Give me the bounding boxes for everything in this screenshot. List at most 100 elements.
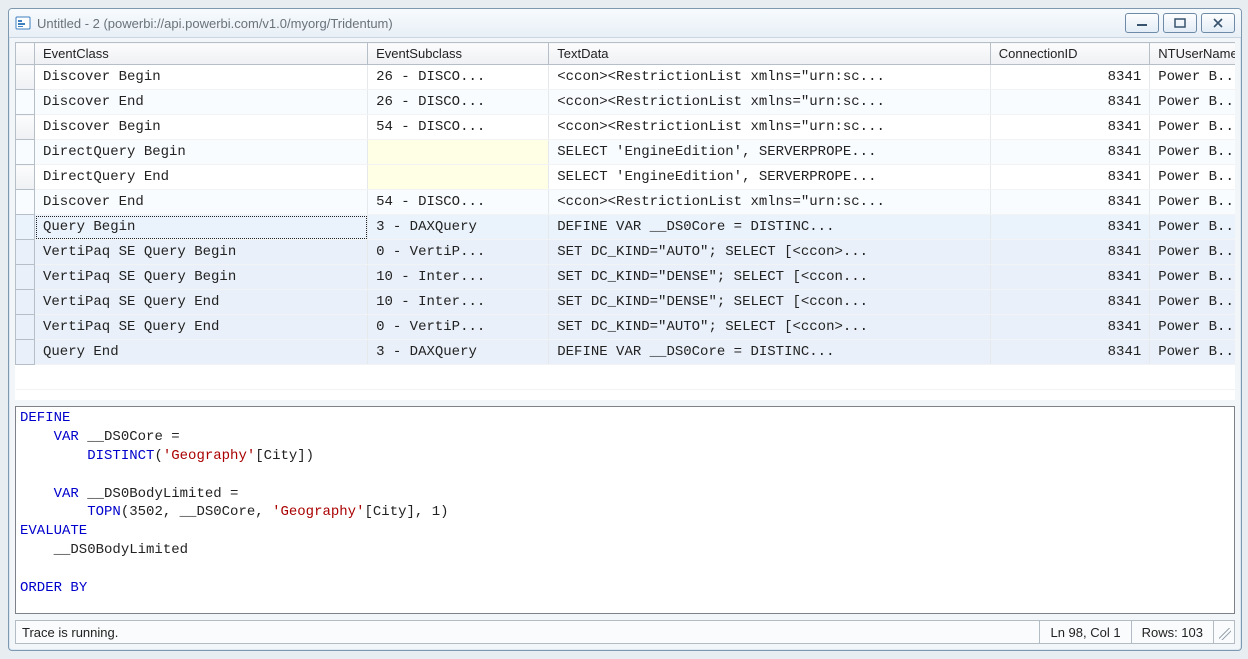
column-header[interactable]: EventClass <box>35 43 368 65</box>
cell[interactable]: Power B... <box>1150 140 1235 165</box>
maximize-button[interactable] <box>1163 13 1197 33</box>
cell[interactable]: 8341 <box>990 115 1149 140</box>
cell[interactable]: 3 - DAXQuery <box>368 215 549 240</box>
cell[interactable]: SET DC_KIND="DENSE"; SELECT [<ccon... <box>549 290 991 315</box>
cell[interactable]: SELECT 'EngineEdition', SERVERPROPE... <box>549 140 991 165</box>
cell[interactable]: 10 - Inter... <box>368 290 549 315</box>
cell[interactable]: 8341 <box>990 265 1149 290</box>
cell[interactable]: Power B... <box>1150 215 1235 240</box>
column-header[interactable]: ConnectionID <box>990 43 1149 65</box>
window-controls <box>1125 13 1235 33</box>
cell[interactable]: <ccon><RestrictionList xmlns="urn:sc... <box>549 65 991 90</box>
table-row[interactable]: Query End3 - DAXQueryDEFINE VAR __DS0Cor… <box>16 340 1236 365</box>
cell[interactable]: 8341 <box>990 90 1149 115</box>
cell[interactable]: 26 - DISCO... <box>368 90 549 115</box>
cell[interactable]: Power B... <box>1150 240 1235 265</box>
row-header[interactable] <box>16 90 35 115</box>
cell[interactable]: VertiPaq SE Query Begin <box>35 240 368 265</box>
row-header[interactable] <box>16 165 35 190</box>
cell[interactable]: Query End <box>35 340 368 365</box>
row-header[interactable] <box>16 290 35 315</box>
cell[interactable]: 3 - DAXQuery <box>368 340 549 365</box>
cell[interactable] <box>368 140 549 165</box>
cell[interactable]: Discover Begin <box>35 65 368 90</box>
cell[interactable]: 8341 <box>990 190 1149 215</box>
cell[interactable]: Power B... <box>1150 315 1235 340</box>
row-header[interactable] <box>16 215 35 240</box>
cell[interactable]: DirectQuery Begin <box>35 140 368 165</box>
cell[interactable]: 8341 <box>990 140 1149 165</box>
cell[interactable]: Power B... <box>1150 165 1235 190</box>
cell[interactable]: Discover End <box>35 190 368 215</box>
cell[interactable]: Discover End <box>35 90 368 115</box>
cell[interactable]: <ccon><RestrictionList xmlns="urn:sc... <box>549 115 991 140</box>
cell[interactable]: VertiPaq SE Query Begin <box>35 265 368 290</box>
statusbar: Trace is running. Ln 98, Col 1 Rows: 103 <box>15 620 1235 644</box>
minimize-button[interactable] <box>1125 13 1159 33</box>
row-header[interactable] <box>16 265 35 290</box>
window-title: Untitled - 2 (powerbi://api.powerbi.com/… <box>37 16 1125 31</box>
table-row[interactable]: Discover Begin26 - DISCO...<ccon><Restri… <box>16 65 1236 90</box>
row-header[interactable] <box>16 140 35 165</box>
table-row[interactable]: VertiPaq SE Query End10 - Inter...SET DC… <box>16 290 1236 315</box>
cell[interactable]: Power B... <box>1150 190 1235 215</box>
column-header[interactable]: NTUserName <box>1150 43 1235 65</box>
table-row[interactable]: VertiPaq SE Query Begin0 - VertiP...SET … <box>16 240 1236 265</box>
cell[interactable] <box>368 165 549 190</box>
query-editor[interactable]: DEFINE VAR __DS0Core = DISTINCT('Geograp… <box>15 406 1235 614</box>
row-header[interactable] <box>16 315 35 340</box>
cell[interactable]: DirectQuery End <box>35 165 368 190</box>
cell[interactable]: 0 - VertiP... <box>368 315 549 340</box>
cell[interactable]: VertiPaq SE Query End <box>35 315 368 340</box>
cell[interactable]: Power B... <box>1150 290 1235 315</box>
trace-grid[interactable]: EventClassEventSubclassTextDataConnectio… <box>15 42 1235 400</box>
row-header[interactable] <box>16 340 35 365</box>
cell[interactable]: Power B... <box>1150 90 1235 115</box>
cell[interactable]: 10 - Inter... <box>368 265 549 290</box>
table-row[interactable]: Discover End54 - DISCO...<ccon><Restrict… <box>16 190 1236 215</box>
column-header[interactable]: TextData <box>549 43 991 65</box>
cell[interactable]: DEFINE VAR __DS0Core = DISTINC... <box>549 340 991 365</box>
cell[interactable]: 8341 <box>990 65 1149 90</box>
row-header[interactable] <box>16 115 35 140</box>
cell[interactable]: 8341 <box>990 315 1149 340</box>
trace-window: Untitled - 2 (powerbi://api.powerbi.com/… <box>8 8 1242 651</box>
table-row[interactable]: VertiPaq SE Query End0 - VertiP...SET DC… <box>16 315 1236 340</box>
cell[interactable]: Power B... <box>1150 340 1235 365</box>
titlebar[interactable]: Untitled - 2 (powerbi://api.powerbi.com/… <box>9 9 1241 38</box>
cell[interactable]: 54 - DISCO... <box>368 115 549 140</box>
resize-grip-icon[interactable] <box>1214 620 1235 644</box>
column-header[interactable]: EventSubclass <box>368 43 549 65</box>
row-header[interactable] <box>16 190 35 215</box>
cell[interactable]: Discover Begin <box>35 115 368 140</box>
table-row[interactable]: Discover End26 - DISCO...<ccon><Restrict… <box>16 90 1236 115</box>
cell[interactable]: 0 - VertiP... <box>368 240 549 265</box>
cell[interactable]: SELECT 'EngineEdition', SERVERPROPE... <box>549 165 991 190</box>
table-row[interactable]: Discover Begin54 - DISCO...<ccon><Restri… <box>16 115 1236 140</box>
row-header[interactable] <box>16 65 35 90</box>
table-row[interactable]: DirectQuery End SELECT 'EngineEdition', … <box>16 165 1236 190</box>
cell[interactable]: SET DC_KIND="AUTO"; SELECT [<ccon>... <box>549 240 991 265</box>
cell[interactable]: 8341 <box>990 240 1149 265</box>
table-row[interactable]: DirectQuery Begin SELECT 'EngineEdition'… <box>16 140 1236 165</box>
cell[interactable]: Power B... <box>1150 265 1235 290</box>
cell[interactable]: DEFINE VAR __DS0Core = DISTINC... <box>549 215 991 240</box>
table-row[interactable]: Query Begin3 - DAXQueryDEFINE VAR __DS0C… <box>16 215 1236 240</box>
cell[interactable]: SET DC_KIND="AUTO"; SELECT [<ccon>... <box>549 315 991 340</box>
cell[interactable]: Query Begin <box>35 215 368 240</box>
cell[interactable]: 8341 <box>990 340 1149 365</box>
cell[interactable]: Power B... <box>1150 65 1235 90</box>
cell[interactable]: Power B... <box>1150 115 1235 140</box>
cell[interactable]: 54 - DISCO... <box>368 190 549 215</box>
cell[interactable]: 8341 <box>990 165 1149 190</box>
table-row[interactable]: VertiPaq SE Query Begin10 - Inter...SET … <box>16 265 1236 290</box>
cell[interactable]: <ccon><RestrictionList xmlns="urn:sc... <box>549 190 991 215</box>
cell[interactable]: VertiPaq SE Query End <box>35 290 368 315</box>
cell[interactable]: 8341 <box>990 215 1149 240</box>
row-header[interactable] <box>16 240 35 265</box>
cell[interactable]: <ccon><RestrictionList xmlns="urn:sc... <box>549 90 991 115</box>
cell[interactable]: 8341 <box>990 290 1149 315</box>
close-button[interactable] <box>1201 13 1235 33</box>
cell[interactable]: SET DC_KIND="DENSE"; SELECT [<ccon... <box>549 265 991 290</box>
cell[interactable]: 26 - DISCO... <box>368 65 549 90</box>
